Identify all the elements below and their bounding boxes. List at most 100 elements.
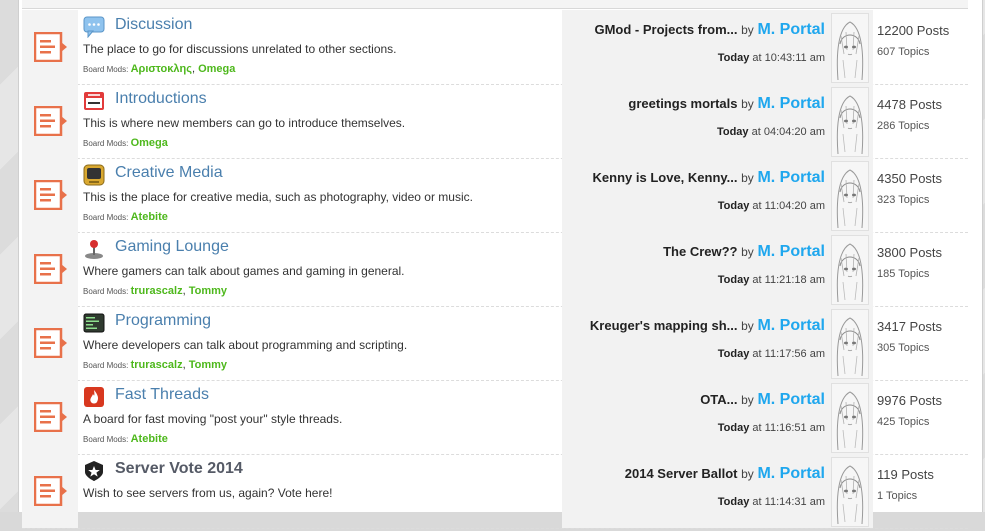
board-status-cell [22, 84, 78, 158]
last-post-topic-link[interactable]: GMod - Projects from... [594, 22, 737, 37]
board-title-link[interactable]: Discussion [115, 16, 192, 34]
last-post-avatar[interactable] [831, 309, 869, 379]
moderator-link[interactable]: Tommy [189, 285, 227, 297]
flame-icon [83, 386, 105, 408]
board-description: Where developers can talk about programm… [83, 338, 408, 352]
moderator-link[interactable]: trurascalz [131, 285, 183, 297]
last-post-cell: Kreuger's mapping sh... by M. Portal Tod… [562, 306, 873, 380]
board-stats-cell: 12200 Posts 607 Topics [875, 10, 968, 84]
board-stats-cell: 119 Posts 1 Topics [875, 454, 968, 528]
last-post-time: Today at 10:43:11 am [717, 52, 825, 64]
board-topic-count: 305 Topics [877, 342, 930, 354]
board-post-count: 3800 Posts [877, 245, 943, 260]
moderator-link[interactable]: Omega [198, 63, 235, 75]
terminal-icon [83, 312, 105, 334]
last-post-user-link[interactable]: M. Portal [757, 21, 825, 38]
board-mods: Board Mods: trurascalz, Tommy [83, 359, 228, 371]
board-title-link[interactable]: Server Vote 2014 [115, 460, 243, 478]
board-status-cell [22, 454, 78, 528]
last-post-by-label: by [741, 393, 754, 407]
last-post-user-link[interactable]: M. Portal [757, 169, 825, 186]
last-post-time: Today at 11:17:56 am [717, 348, 825, 360]
board-description: A board for fast moving "post your" styl… [83, 412, 343, 426]
board-mods: Board Mods: trurascalz, Tommy [83, 285, 228, 297]
last-post-avatar[interactable] [831, 457, 869, 527]
anime-avatar-icon [836, 95, 864, 155]
board-title-link[interactable]: Creative Media [115, 164, 223, 182]
last-post-avatar[interactable] [831, 383, 869, 453]
last-post-topic-link[interactable]: 2014 Server Ballot [625, 466, 738, 481]
new-posts-icon[interactable] [34, 254, 68, 284]
board-mods: Board Mods: Atebite [83, 433, 168, 445]
last-post-user-link[interactable]: M. Portal [757, 391, 825, 408]
board-title-link[interactable]: Introductions [115, 90, 207, 108]
board-topic-count: 1 Topics [877, 490, 918, 502]
moderator-link[interactable]: trurascalz [131, 359, 183, 371]
board-mods-label: Board Mods: [83, 213, 129, 222]
board-title-link[interactable]: Gaming Lounge [115, 238, 229, 256]
board-post-count: 4478 Posts [877, 97, 943, 112]
board-topic-count: 425 Topics [877, 416, 930, 428]
board-description: Wish to see servers from us, again? Vote… [83, 486, 333, 500]
name-tag-icon [83, 90, 105, 112]
new-posts-icon[interactable] [34, 402, 68, 432]
moderator-link[interactable]: Αριστοκλης [131, 63, 192, 75]
board-title-link[interactable]: Programming [115, 312, 211, 330]
board-description: This is the place for creative media, su… [83, 190, 473, 204]
board-row-0: Discussion The place to go for discussio… [22, 10, 968, 85]
last-post-user-link[interactable]: M. Portal [757, 465, 825, 482]
star-badge-icon [83, 460, 105, 482]
new-posts-icon[interactable] [34, 32, 68, 62]
board-info-cell: Gaming Lounge Where gamers can talk abou… [80, 232, 560, 306]
joystick-icon [83, 238, 105, 260]
last-post-by-label: by [741, 23, 754, 37]
last-post-user-link[interactable]: M. Portal [757, 243, 825, 260]
new-posts-icon[interactable] [34, 328, 68, 358]
board-post-count: 3417 Posts [877, 319, 943, 334]
board-status-cell [22, 10, 78, 84]
new-posts-icon[interactable] [34, 106, 68, 136]
last-post-user-link[interactable]: M. Portal [757, 317, 825, 334]
last-post-avatar[interactable] [831, 87, 869, 157]
new-posts-icon[interactable] [34, 180, 68, 210]
board-info-cell: Programming Where developers can talk ab… [80, 306, 560, 380]
board-status-cell [22, 232, 78, 306]
board-row-2: Creative Media This is the place for cre… [22, 158, 968, 233]
anime-avatar-icon [836, 169, 864, 229]
board-stats-cell: 4478 Posts 286 Topics [875, 84, 968, 158]
board-row-1: Introductions This is where new members … [22, 84, 968, 159]
last-post-topic-link[interactable]: OTA... [700, 392, 737, 407]
last-post-by-label: by [741, 97, 754, 111]
last-post-time: Today at 11:14:31 am [717, 496, 825, 508]
anime-avatar-icon [836, 317, 864, 377]
last-post-user-link[interactable]: M. Portal [757, 95, 825, 112]
new-posts-icon[interactable] [34, 476, 68, 506]
board-title-link[interactable]: Fast Threads [115, 386, 209, 404]
last-post-topic-link[interactable]: Kreuger's mapping sh... [590, 318, 738, 333]
last-post-avatar[interactable] [831, 235, 869, 305]
board-stats-cell: 3417 Posts 305 Topics [875, 306, 968, 380]
board-mods-label: Board Mods: [83, 361, 129, 370]
board-mods-label: Board Mods: [83, 139, 129, 148]
speech-bubble-icon [83, 16, 105, 39]
moderator-link[interactable]: Atebite [131, 211, 168, 223]
board-mods: Board Mods: Omega [83, 137, 168, 149]
board-status-cell [22, 380, 78, 454]
moderator-link[interactable]: Omega [131, 137, 168, 149]
board-stats-cell: 4350 Posts 323 Topics [875, 158, 968, 232]
board-mods: Board Mods: Atebite [83, 211, 168, 223]
last-post-avatar[interactable] [831, 13, 869, 83]
anime-avatar-icon [836, 391, 864, 451]
last-post-topic-link[interactable]: greetings mortals [628, 96, 737, 111]
last-post-time: Today at 11:16:51 am [717, 422, 825, 434]
last-post-topic-link[interactable]: The Crew?? [663, 244, 737, 259]
board-info-cell: Discussion The place to go for discussio… [80, 10, 560, 84]
last-post-topic-link[interactable]: Kenny is Love, Kenny... [593, 170, 738, 185]
moderator-link[interactable]: Tommy [189, 359, 227, 371]
moderator-link[interactable]: Atebite [131, 433, 168, 445]
last-post-time: Today at 04:04:20 am [716, 126, 825, 138]
board-info-cell: Fast Threads A board for fast moving "po… [80, 380, 560, 454]
last-post-avatar[interactable] [831, 161, 869, 231]
last-post-by-label: by [741, 171, 754, 185]
board-info-cell: Creative Media This is the place for cre… [80, 158, 560, 232]
